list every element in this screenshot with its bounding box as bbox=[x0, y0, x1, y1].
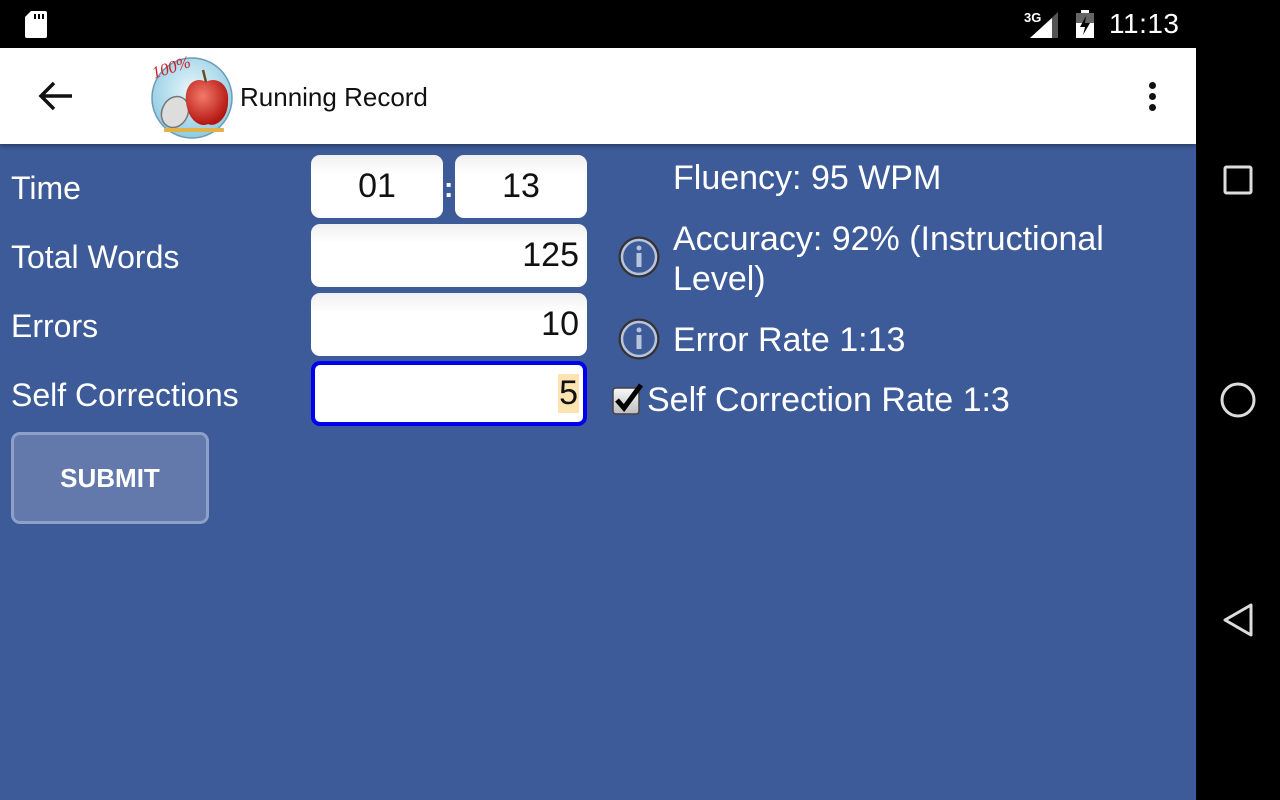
signal-icon bbox=[1030, 12, 1058, 38]
more-vert-icon-dot bbox=[1148, 103, 1156, 111]
more-vert-icon-dot bbox=[1148, 92, 1156, 100]
triangle-back-icon bbox=[1223, 603, 1253, 637]
system-nav-bar bbox=[1196, 48, 1280, 800]
time-minutes-input[interactable]: 01 bbox=[311, 155, 443, 218]
submit-button[interactable]: SUBMIT bbox=[11, 432, 209, 524]
errors-label: Errors bbox=[11, 308, 99, 344]
accuracy-info-icon[interactable] bbox=[617, 235, 661, 279]
self-correction-rate-result: Self Correction Rate 1:3 bbox=[647, 381, 1010, 419]
self-correction-checkbox[interactable] bbox=[611, 382, 645, 416]
battery-charging-icon bbox=[1076, 10, 1094, 38]
home-button[interactable] bbox=[1218, 380, 1258, 420]
recent-apps-button[interactable] bbox=[1218, 160, 1258, 200]
square-icon bbox=[1223, 165, 1253, 195]
running-record-form: Time 01 : 13 Total Words 125 Errors 10 S… bbox=[0, 144, 1196, 800]
back-button[interactable] bbox=[28, 76, 84, 116]
accuracy-result-line1: Accuracy: 92% (Instructional bbox=[673, 220, 1104, 258]
more-vert-icon-dot bbox=[1148, 81, 1156, 89]
clock: 11:13 bbox=[1109, 8, 1180, 39]
error-rate-result: Error Rate 1:13 bbox=[673, 321, 906, 359]
total-words-label: Total Words bbox=[11, 239, 180, 275]
app-bar: 100% Running Record bbox=[0, 48, 1196, 144]
arrow-left-icon bbox=[38, 81, 72, 111]
sd-card-icon bbox=[25, 11, 47, 38]
time-seconds-input[interactable]: 13 bbox=[455, 155, 587, 218]
page-title: Running Record bbox=[240, 82, 428, 112]
more-options-button[interactable] bbox=[1136, 72, 1168, 120]
errors-input[interactable]: 10 bbox=[311, 293, 587, 356]
self-corrections-label: Self Corrections bbox=[11, 377, 239, 413]
fluency-result: Fluency: 95 WPM bbox=[673, 159, 942, 197]
accuracy-result-line2: Level) bbox=[673, 260, 766, 298]
time-label: Time bbox=[11, 170, 81, 206]
error-rate-info-icon[interactable] bbox=[617, 317, 661, 361]
system-back-button[interactable] bbox=[1218, 600, 1258, 640]
total-words-input[interactable]: 125 bbox=[311, 224, 587, 287]
app-logo-icon: 100% bbox=[149, 52, 233, 139]
selected-text: 5 bbox=[558, 374, 579, 413]
status-bar: 3G 11:13 bbox=[0, 0, 1280, 48]
self-corrections-input[interactable]: 5 bbox=[311, 361, 587, 426]
time-separator: : bbox=[444, 172, 454, 203]
circle-icon bbox=[1220, 382, 1256, 418]
